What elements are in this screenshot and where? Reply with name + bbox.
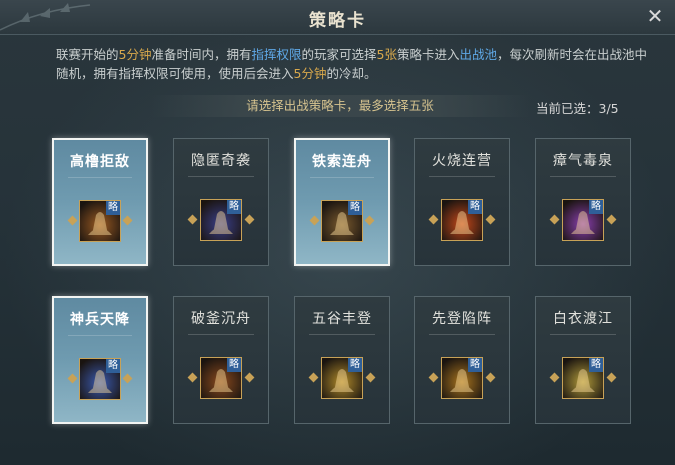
strategy-badge: 略	[468, 200, 482, 214]
selected-count-label: 当前已选：	[536, 101, 599, 116]
cauldron-icon: 略	[200, 357, 242, 399]
strategy-badge: 略	[589, 200, 603, 214]
card-divider	[550, 176, 616, 177]
strategy-badge: 略	[589, 358, 603, 372]
selected-count-value: 3/5	[598, 101, 619, 116]
card-divider	[188, 334, 254, 335]
harvest-icon: 略	[321, 357, 363, 399]
diamond-ornament-icon	[67, 373, 78, 384]
desc-text: 准备时间内，拥有	[151, 47, 252, 62]
desc-text: 的玩家可选择	[301, 47, 377, 62]
diamond-ornament-icon	[187, 214, 198, 225]
card-art-shape	[450, 369, 474, 392]
card-divider	[429, 176, 495, 177]
desc-highlight: 5分钟	[293, 66, 327, 81]
strategy-badge: 略	[227, 200, 241, 214]
diamond-ornament-icon	[309, 215, 320, 226]
diamond-ornament-icon	[549, 214, 560, 225]
card-art-shape	[330, 212, 354, 235]
window-title: 策略卡	[309, 11, 366, 31]
close-icon[interactable]: ✕	[643, 4, 667, 28]
card-name: 先登陷阵	[432, 311, 492, 327]
strategy-badge: 略	[106, 359, 120, 373]
card-divider	[550, 334, 616, 335]
card-divider	[68, 335, 132, 336]
diamond-ornament-icon	[365, 372, 376, 383]
card-name: 火烧连营	[432, 153, 492, 169]
card-name: 高橹拒敌	[70, 154, 130, 170]
shadow-icon: 略	[200, 199, 242, 241]
diamond-ornament-icon	[606, 372, 617, 383]
soldiers-icon: 略	[321, 200, 363, 242]
diamond-ornament-icon	[549, 372, 560, 383]
card-divider	[309, 334, 375, 335]
diamond-ornament-icon	[187, 372, 198, 383]
strategy-badge: 略	[227, 358, 241, 372]
diamond-ornament-icon	[122, 373, 133, 384]
card-art-shape	[450, 211, 474, 234]
strategy-card[interactable]: 白衣渡江略	[535, 296, 631, 424]
card-art-shape	[571, 211, 595, 234]
card-name: 破釜沉舟	[191, 311, 251, 327]
card-divider	[188, 176, 254, 177]
river-icon: 略	[562, 357, 604, 399]
diamond-ornament-icon	[485, 372, 496, 383]
desc-highlight: 出战池	[459, 47, 497, 62]
strategy-badge: 略	[348, 201, 362, 215]
diamond-ornament-icon	[364, 215, 375, 226]
strategy-card[interactable]: 破釜沉舟略	[173, 296, 269, 424]
strategy-badge: 略	[348, 358, 362, 372]
card-name: 五谷丰登	[312, 311, 372, 327]
charge-icon: 略	[441, 357, 483, 399]
desc-highlight: 5分钟	[118, 47, 152, 62]
card-divider	[429, 334, 495, 335]
diamond-ornament-icon	[485, 214, 496, 225]
desc-text: 的冷却。	[326, 66, 377, 81]
strategy-card[interactable]: 火烧连营略	[414, 138, 510, 266]
diamond-ornament-icon	[308, 372, 319, 383]
card-art-shape	[209, 369, 233, 392]
strategy-card[interactable]: 隐匿奇袭略	[173, 138, 269, 266]
strategy-card[interactable]: 铁索连舟略	[294, 138, 390, 266]
strategy-card[interactable]: 神兵天降略	[52, 296, 148, 424]
diamond-ornament-icon	[122, 215, 133, 226]
card-name: 铁索连舟	[312, 154, 372, 170]
card-name: 隐匿奇袭	[191, 153, 251, 169]
card-divider	[68, 177, 132, 178]
card-art-shape	[88, 370, 112, 393]
rules-description: 联赛开始的5分钟准备时间内，拥有指挥权限的玩家可选择5张策略卡进入出战池，每次刷…	[56, 45, 656, 83]
diamond-ornament-icon	[428, 214, 439, 225]
desc-highlight: 5张	[376, 47, 397, 62]
strategy-badge: 略	[468, 358, 482, 372]
strategy-card[interactable]: 先登陷阵略	[414, 296, 510, 424]
selection-prompt: 请选择出战策略卡，最多选择五张	[150, 95, 530, 117]
title-bar: 策略卡 ✕	[0, 0, 675, 35]
card-name: 神兵天降	[70, 312, 130, 328]
diamond-ornament-icon	[428, 372, 439, 383]
tower-icon: 略	[79, 200, 121, 242]
diamond-ornament-icon	[67, 215, 78, 226]
card-art-shape	[571, 369, 595, 392]
strategy-card-panel: 策略卡 ✕ 联赛开始的5分钟准备时间内，拥有指挥权限的玩家可选择5张策略卡进入出…	[0, 0, 675, 465]
desc-text: 策略卡进入	[396, 47, 460, 62]
card-art-shape	[88, 212, 112, 235]
diamond-ornament-icon	[244, 372, 255, 383]
strategy-card[interactable]: 五谷丰登略	[294, 296, 390, 424]
diamond-ornament-icon	[606, 214, 617, 225]
card-name: 瘴气毒泉	[553, 153, 613, 169]
card-art-shape	[330, 369, 354, 392]
descend-icon: 略	[79, 358, 121, 400]
desc-text: 联赛开始的	[56, 47, 119, 62]
desc-highlight: 指挥权限	[251, 47, 302, 62]
diamond-ornament-icon	[244, 214, 255, 225]
strategy-card[interactable]: 高橹拒敌略	[52, 138, 148, 266]
strategy-card[interactable]: 瘴气毒泉略	[535, 138, 631, 266]
card-divider	[310, 177, 374, 178]
card-art-shape	[209, 211, 233, 234]
fire-icon: 略	[441, 199, 483, 241]
card-name: 白衣渡江	[553, 311, 613, 327]
strategy-badge: 略	[106, 201, 120, 215]
poison-icon: 略	[562, 199, 604, 241]
selected-count: 当前已选：3/5	[536, 98, 619, 117]
